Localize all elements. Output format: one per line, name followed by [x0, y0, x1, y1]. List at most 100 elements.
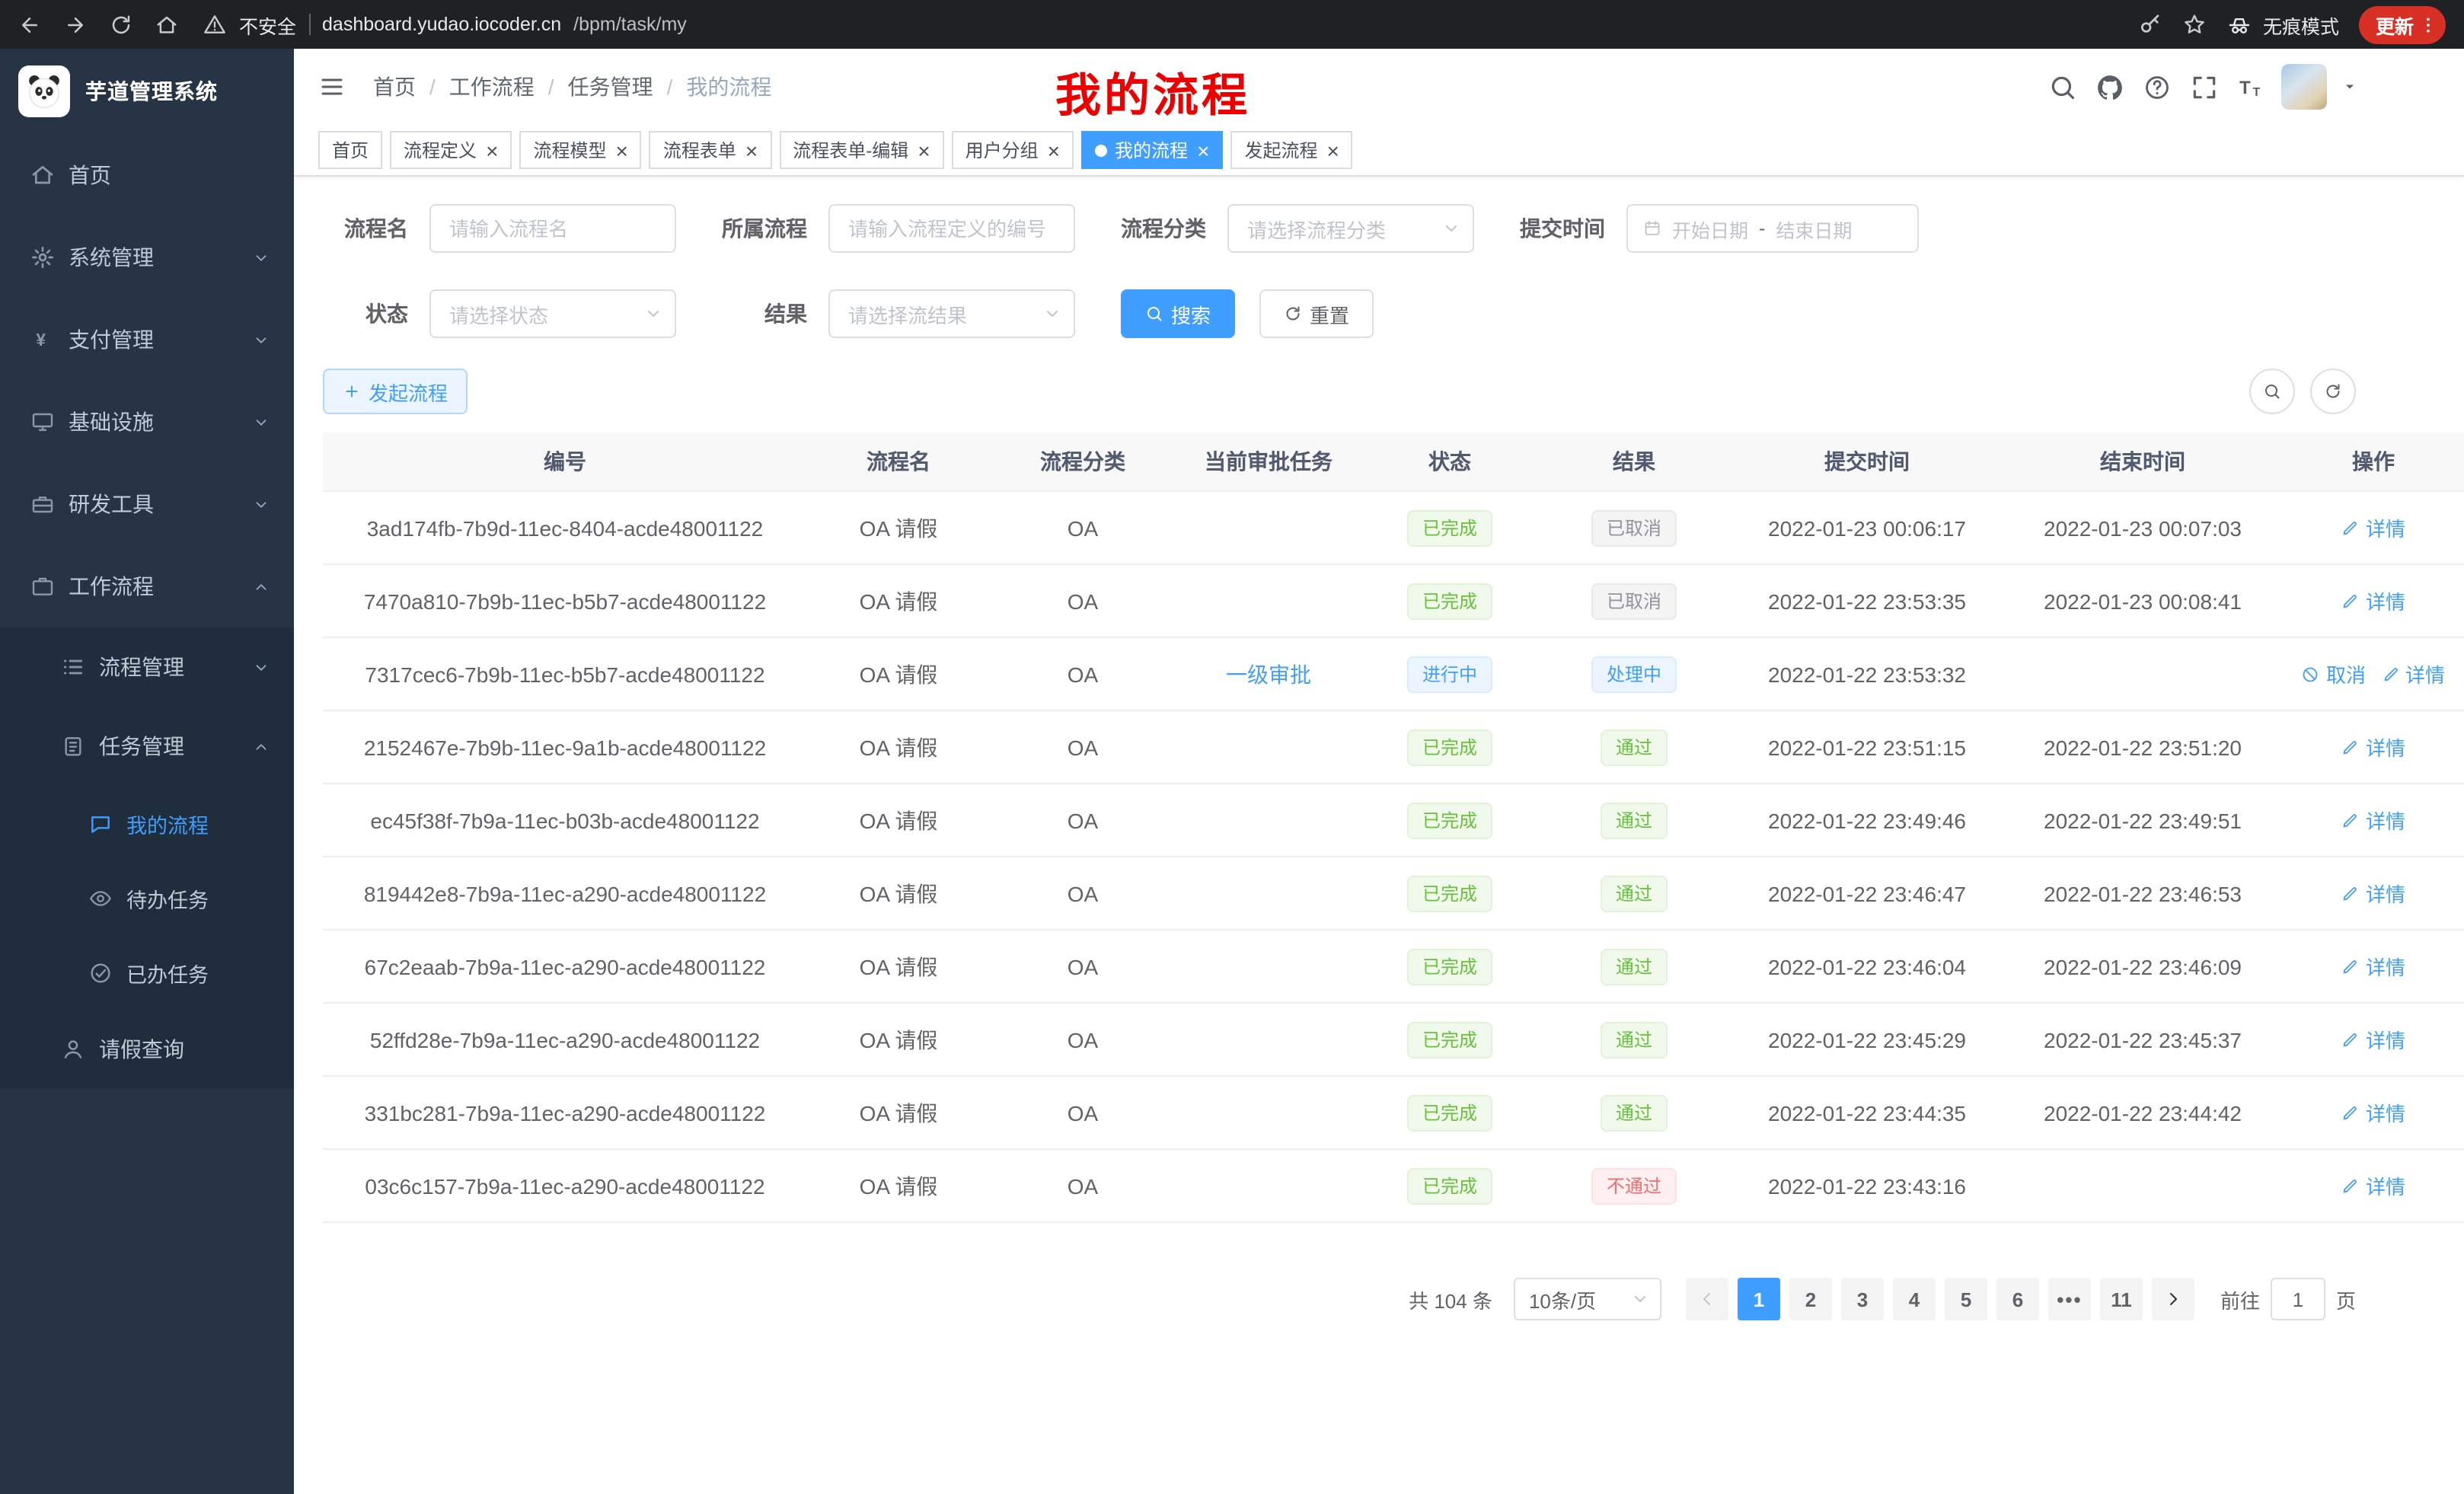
- tab-3[interactable]: 流程表单×: [650, 131, 771, 169]
- tab-7[interactable]: 发起流程×: [1230, 131, 1352, 169]
- jump-input[interactable]: [2271, 1278, 2325, 1320]
- star-icon[interactable]: [2182, 12, 2207, 37]
- detail-link[interactable]: 详情: [2341, 513, 2405, 542]
- page-button[interactable]: 11: [2100, 1278, 2143, 1320]
- search-button[interactable]: 搜索: [1121, 289, 1235, 338]
- detail-link[interactable]: 详情: [2341, 586, 2405, 615]
- breadcrumb-item[interactable]: 工作流程: [449, 72, 535, 102]
- breadcrumb-separator: /: [429, 75, 436, 99]
- tab-1[interactable]: 流程定义×: [390, 131, 512, 169]
- page-button[interactable]: 5: [1945, 1278, 1987, 1320]
- sidebar-item-system[interactable]: 系统管理: [0, 216, 294, 298]
- result-badge: 通过: [1601, 1094, 1668, 1131]
- detail-link[interactable]: 详情: [2341, 733, 2405, 761]
- breadcrumb-item[interactable]: 任务管理: [568, 72, 653, 102]
- next-page-button[interactable]: [2152, 1278, 2194, 1320]
- table-row: 331bc281-7b9a-11ec-a290-acde48001122OA 请…: [323, 1076, 2464, 1149]
- process-name-input[interactable]: [429, 204, 676, 253]
- sidebar-item-home[interactable]: 首页: [0, 134, 294, 216]
- process-table: 编号流程名流程分类当前审批任务状态结果提交时间结束时间操作 3ad174fb-7…: [323, 433, 2464, 1223]
- search-icon[interactable]: [2048, 72, 2077, 101]
- detail-link[interactable]: 详情: [2381, 659, 2445, 688]
- sidebar-item-task-management[interactable]: 任务管理: [0, 707, 294, 786]
- panda-icon: [23, 70, 65, 113]
- close-icon[interactable]: ×: [918, 139, 930, 161]
- close-icon[interactable]: ×: [486, 139, 498, 161]
- caret-down-icon[interactable]: [2342, 79, 2357, 94]
- create-process-button[interactable]: 发起流程: [323, 369, 468, 414]
- tab-0[interactable]: 首页: [318, 131, 382, 169]
- page-button[interactable]: 6: [1996, 1278, 2039, 1320]
- chevron-down-icon: [253, 249, 270, 266]
- close-icon[interactable]: ×: [1048, 139, 1060, 161]
- tab-5[interactable]: 用户分组×: [952, 131, 1074, 169]
- breadcrumb-item[interactable]: 首页: [373, 72, 416, 102]
- sidebar-item-process-management[interactable]: 流程管理: [0, 627, 294, 707]
- help-icon[interactable]: [2143, 72, 2172, 101]
- menu-dots-icon[interactable]: [2418, 14, 2438, 34]
- github-icon[interactable]: [2095, 72, 2124, 101]
- fullscreen-icon[interactable]: [2190, 72, 2219, 101]
- app-logo[interactable]: 芋道管理系统: [0, 49, 294, 134]
- status-select[interactable]: 请选择状态: [429, 289, 676, 338]
- category-select[interactable]: 请选择流程分类: [1227, 204, 1474, 253]
- detail-link[interactable]: 详情: [2341, 879, 2405, 908]
- tab-4[interactable]: 流程表单-编辑 ×: [779, 131, 943, 169]
- parent-process-input[interactable]: [828, 204, 1075, 253]
- cell-status: 进行中: [1361, 637, 1538, 710]
- close-icon[interactable]: ×: [1197, 139, 1209, 161]
- tab-label: 流程表单-编辑: [793, 137, 908, 163]
- detail-link[interactable]: 详情: [2341, 952, 2405, 981]
- detail-link[interactable]: 详情: [2341, 1025, 2405, 1054]
- table-row: 7470a810-7b9b-11ec-b5b7-acde48001122OA 请…: [323, 564, 2464, 637]
- sidebar-item-payment[interactable]: ¥支付管理: [0, 298, 294, 381]
- reset-button[interactable]: 重置: [1259, 289, 1374, 338]
- detail-link[interactable]: 详情: [2341, 1171, 2405, 1200]
- detail-link[interactable]: 详情: [2341, 1098, 2405, 1127]
- submit-time-range-picker[interactable]: 开始日期 - 结束日期: [1626, 204, 1919, 253]
- hamburger-icon[interactable]: [318, 73, 346, 101]
- page-button[interactable]: 1: [1738, 1278, 1780, 1320]
- sidebar-item-done-task[interactable]: 已办任务: [0, 935, 294, 1010]
- cell-current-task: [1176, 857, 1361, 930]
- cell-submit-time: 2022-01-22 23:43:16: [1730, 1149, 2004, 1222]
- column-header: 流程分类: [990, 433, 1176, 491]
- prev-page-button[interactable]: [1686, 1278, 1728, 1320]
- search-button[interactable]: [2249, 369, 2295, 414]
- sidebar-item-my-process[interactable]: 我的流程: [0, 786, 294, 860]
- cell-result: 通过: [1538, 1003, 1730, 1076]
- result-select[interactable]: 请选择流结果: [828, 289, 1075, 338]
- refresh-button[interactable]: [2310, 369, 2356, 414]
- sidebar-item-infrastructure[interactable]: 基础设施: [0, 381, 294, 463]
- sidebar-item-leave-query[interactable]: 请假查询: [0, 1010, 294, 1089]
- avatar[interactable]: [2281, 64, 2327, 110]
- close-icon[interactable]: ×: [1326, 139, 1339, 161]
- page-button[interactable]: 3: [1841, 1278, 1884, 1320]
- current-task-link[interactable]: 一级审批: [1226, 659, 1311, 689]
- sidebar-item-todo-task[interactable]: 待办任务: [0, 860, 294, 935]
- cell-actions: 详情: [2281, 857, 2464, 930]
- tab-2[interactable]: 流程模型×: [519, 131, 641, 169]
- page-size-select[interactable]: 10条/页: [1514, 1278, 1661, 1320]
- page-button[interactable]: 4: [1893, 1278, 1936, 1320]
- address-bar[interactable]: 不安全 dashboard.yudao.iocoder.cn/bpm/task/…: [203, 10, 687, 39]
- close-icon[interactable]: ×: [745, 139, 758, 161]
- page-ellipsis[interactable]: •••: [2048, 1278, 2091, 1320]
- sidebar-item-devtools[interactable]: 研发工具: [0, 463, 294, 545]
- reload-icon[interactable]: [110, 13, 132, 36]
- filter-row-2: 状态 请选择状态 结果 请选择流结果 搜索: [323, 289, 2356, 338]
- update-button[interactable]: 更新: [2359, 5, 2446, 43]
- forward-icon[interactable]: [64, 13, 87, 36]
- cancel-link[interactable]: 取消: [2302, 659, 2366, 688]
- back-icon[interactable]: [18, 13, 41, 36]
- home-icon[interactable]: [155, 13, 178, 36]
- cell-result: 通过: [1538, 710, 1730, 784]
- font-size-icon[interactable]: TT: [2237, 72, 2266, 101]
- close-icon[interactable]: ×: [615, 139, 627, 161]
- sidebar-item-workflow[interactable]: 工作流程: [0, 545, 294, 627]
- key-icon[interactable]: [2138, 12, 2162, 37]
- navbar: 首页/工作流程/任务管理/我的流程 我的流程 TT: [294, 49, 2464, 125]
- tab-6[interactable]: 我的流程×: [1081, 131, 1223, 169]
- page-button[interactable]: 2: [1789, 1278, 1832, 1320]
- detail-link[interactable]: 详情: [2341, 806, 2405, 835]
